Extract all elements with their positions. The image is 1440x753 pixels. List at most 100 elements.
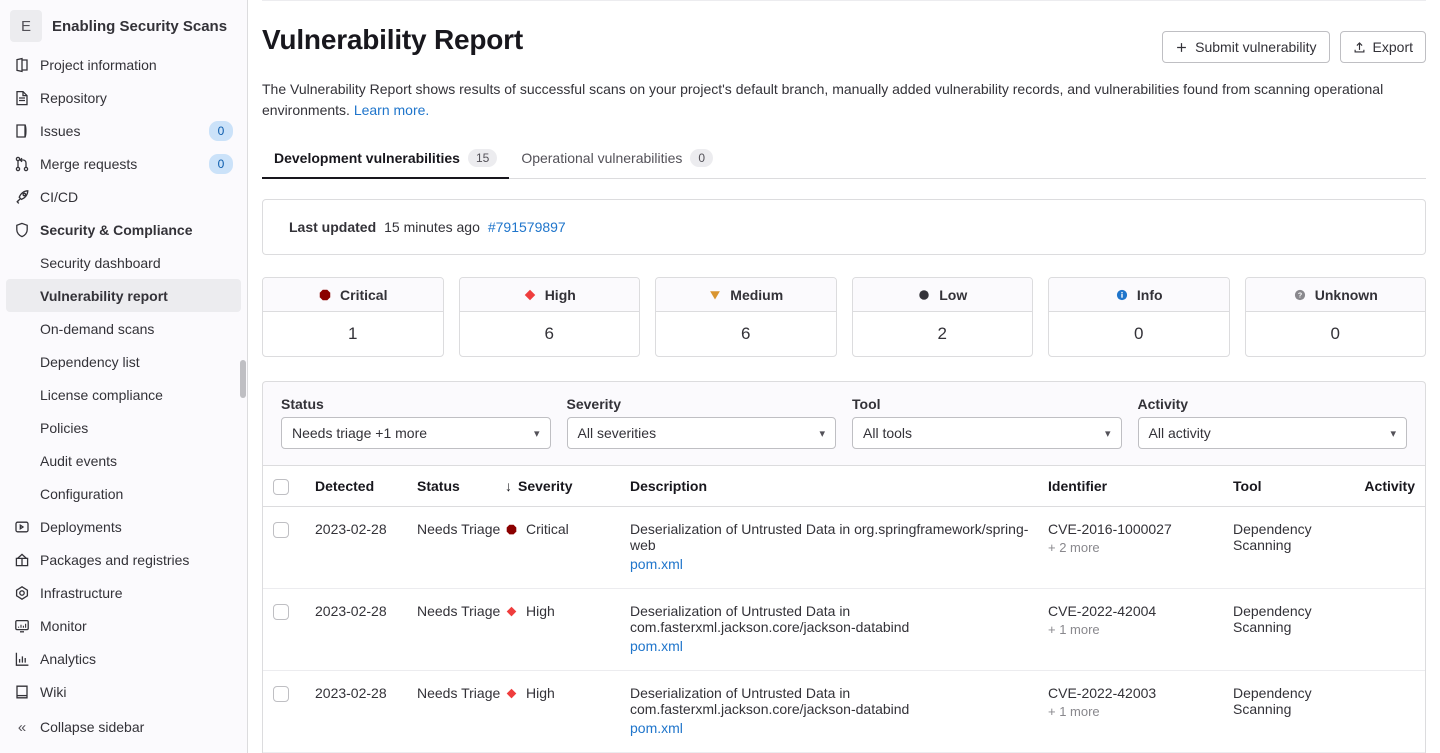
severity-card-label: Low (939, 287, 967, 303)
sidebar-item-analytics[interactable]: Analytics (6, 642, 241, 675)
row-checkbox[interactable] (273, 604, 289, 620)
tab-label: Operational vulnerabilities (521, 150, 682, 166)
column-header-severity[interactable]: ↓ Severity (505, 478, 630, 494)
sidebar-item-vulnerability-report[interactable]: Vulnerability report (6, 279, 241, 312)
severity-card-header: Info (1049, 278, 1229, 312)
severity-card-label: Medium (730, 287, 783, 303)
severity-card-low[interactable]: Low 2 (852, 277, 1034, 357)
sidebar-item-deployments[interactable]: Deployments (6, 510, 241, 543)
shield-icon (14, 222, 30, 238)
severity-card-high[interactable]: High 6 (459, 277, 641, 357)
column-header-tool: Tool (1233, 478, 1343, 494)
severity-card-medium[interactable]: Medium 6 (655, 277, 837, 357)
page-header: Vulnerability Report Submit vulnerabilit… (262, 1, 1426, 63)
sidebar-item-monitor[interactable]: Monitor (6, 609, 241, 642)
column-header-activity: Activity (1343, 478, 1415, 494)
severity-card-value: 1 (263, 312, 443, 356)
sidebar-item-on-demand-scans[interactable]: On-demand scans (6, 312, 241, 345)
severity-card-header: Medium (656, 278, 836, 312)
sidebar-item-repository[interactable]: Repository (6, 81, 241, 114)
column-header-detected[interactable]: Detected (315, 478, 417, 494)
description-file-link[interactable]: pom.xml (630, 556, 683, 572)
severity-card-label: Critical (340, 287, 387, 303)
severity-unknown-icon: ? (1293, 288, 1307, 302)
activity-filter-value: All activity (1149, 425, 1211, 441)
sidebar-item-label: Infrastructure (40, 585, 233, 601)
sidebar-item-configuration[interactable]: Configuration (6, 477, 241, 510)
sidebar-item-security-compliance[interactable]: Security & Compliance (6, 213, 241, 246)
sidebar-item-license-compliance[interactable]: License compliance (6, 378, 241, 411)
row-checkbox[interactable] (273, 522, 289, 538)
cell-severity: Critical (505, 521, 630, 537)
select-all-checkbox[interactable] (273, 479, 289, 495)
chevron-down-icon: ▾ (819, 427, 825, 440)
activity-filter-select[interactable]: All activity ▾ (1138, 417, 1408, 449)
severity-card-info[interactable]: Info 0 (1048, 277, 1230, 357)
description-file-link[interactable]: pom.xml (630, 720, 683, 736)
severity-card-unknown[interactable]: ? Unknown 0 (1245, 277, 1427, 357)
sidebar-subitem-label: On-demand scans (40, 321, 154, 337)
merge-requests-icon (14, 156, 30, 172)
filter-tool-label: Tool (852, 396, 1122, 412)
sidebar-item-dependency-list[interactable]: Dependency list (6, 345, 241, 378)
filter-severity: Severity All severities ▾ (567, 396, 837, 449)
infrastructure-icon (14, 585, 30, 601)
filter-activity-label: Activity (1138, 396, 1408, 412)
severity-filter-select[interactable]: All severities ▾ (567, 417, 837, 449)
sidebar-item-wiki[interactable]: Wiki (6, 675, 241, 708)
identifier-more: + 2 more (1048, 540, 1233, 556)
table-row[interactable]: 2023-02-28 Needs Triage High Deserializa… (263, 589, 1425, 671)
cell-identifier: CVE-2022-42003 + 1 more (1048, 685, 1233, 720)
cell-detected: 2023-02-28 (315, 521, 417, 537)
severity-card-value: 2 (853, 312, 1033, 356)
learn-more-link[interactable]: Learn more. (354, 102, 429, 118)
tab-development-vulnerabilities[interactable]: Development vulnerabilities 15 (262, 139, 509, 179)
sidebar-item-issues[interactable]: Issues 0 (6, 114, 241, 147)
sidebar-item-label: Deployments (40, 519, 233, 535)
row-select-cell (273, 685, 315, 702)
column-header-identifier: Identifier (1048, 478, 1233, 494)
sidebar-item-audit-events[interactable]: Audit events (6, 444, 241, 477)
sidebar-scrollbar[interactable] (240, 360, 246, 398)
tool-filter-select[interactable]: All tools ▾ (852, 417, 1122, 449)
pipeline-link[interactable]: #791579897 (488, 219, 566, 235)
cell-severity-label: Critical (526, 521, 569, 537)
severity-high-icon (505, 605, 517, 617)
row-select-cell (273, 603, 315, 620)
package-icon (14, 552, 30, 568)
sidebar-item-merge-requests[interactable]: Merge requests 0 (6, 147, 241, 180)
description-file-link[interactable]: pom.xml (630, 638, 683, 654)
column-header-status[interactable]: Status (417, 478, 505, 494)
cell-severity: High (505, 603, 630, 619)
export-button[interactable]: Export (1340, 31, 1426, 63)
sidebar-item-packages-and-registries[interactable]: Packages and registries (6, 543, 241, 576)
identifier-more: + 1 more (1048, 704, 1233, 720)
severity-card-critical[interactable]: Critical 1 (262, 277, 444, 357)
rocket-icon (14, 189, 30, 205)
sidebar-item-policies[interactable]: Policies (6, 411, 241, 444)
header-actions: Submit vulnerability Export (1162, 23, 1426, 63)
project-header[interactable]: E Enabling Security Scans (0, 4, 247, 48)
severity-card-value: 0 (1246, 312, 1426, 356)
sidebar-item-security-dashboard[interactable]: Security dashboard (6, 246, 241, 279)
cell-severity-label: High (526, 685, 555, 701)
page-description-text: The Vulnerability Report shows results o… (262, 81, 1383, 118)
table-row[interactable]: 2023-02-28 Needs Triage Critical Deseria… (263, 507, 1425, 589)
cell-description: Deserialization of Untrusted Data in com… (630, 685, 1048, 736)
status-filter-select[interactable]: Needs triage +1 more ▾ (281, 417, 551, 449)
sidebar: E Enabling Security Scans Project inform… (0, 0, 248, 753)
sidebar-item-infrastructure[interactable]: Infrastructure (6, 576, 241, 609)
severity-card-label: High (545, 287, 576, 303)
monitor-icon (14, 618, 30, 634)
collapse-sidebar-button[interactable]: « Collapse sidebar (6, 711, 241, 743)
identifier-more: + 1 more (1048, 622, 1233, 638)
submit-vulnerability-button[interactable]: Submit vulnerability (1162, 31, 1329, 63)
sidebar-item-project-information[interactable]: Project information (6, 48, 241, 81)
sidebar-item-ci-cd[interactable]: CI/CD (6, 180, 241, 213)
cell-status: Needs Triage (417, 685, 505, 701)
column-header-severity-label: Severity (518, 478, 572, 494)
tab-operational-vulnerabilities[interactable]: Operational vulnerabilities 0 (509, 139, 725, 179)
row-checkbox[interactable] (273, 686, 289, 702)
issues-count-badge: 0 (209, 121, 233, 141)
table-row[interactable]: 2023-02-28 Needs Triage High Deserializa… (263, 671, 1425, 753)
